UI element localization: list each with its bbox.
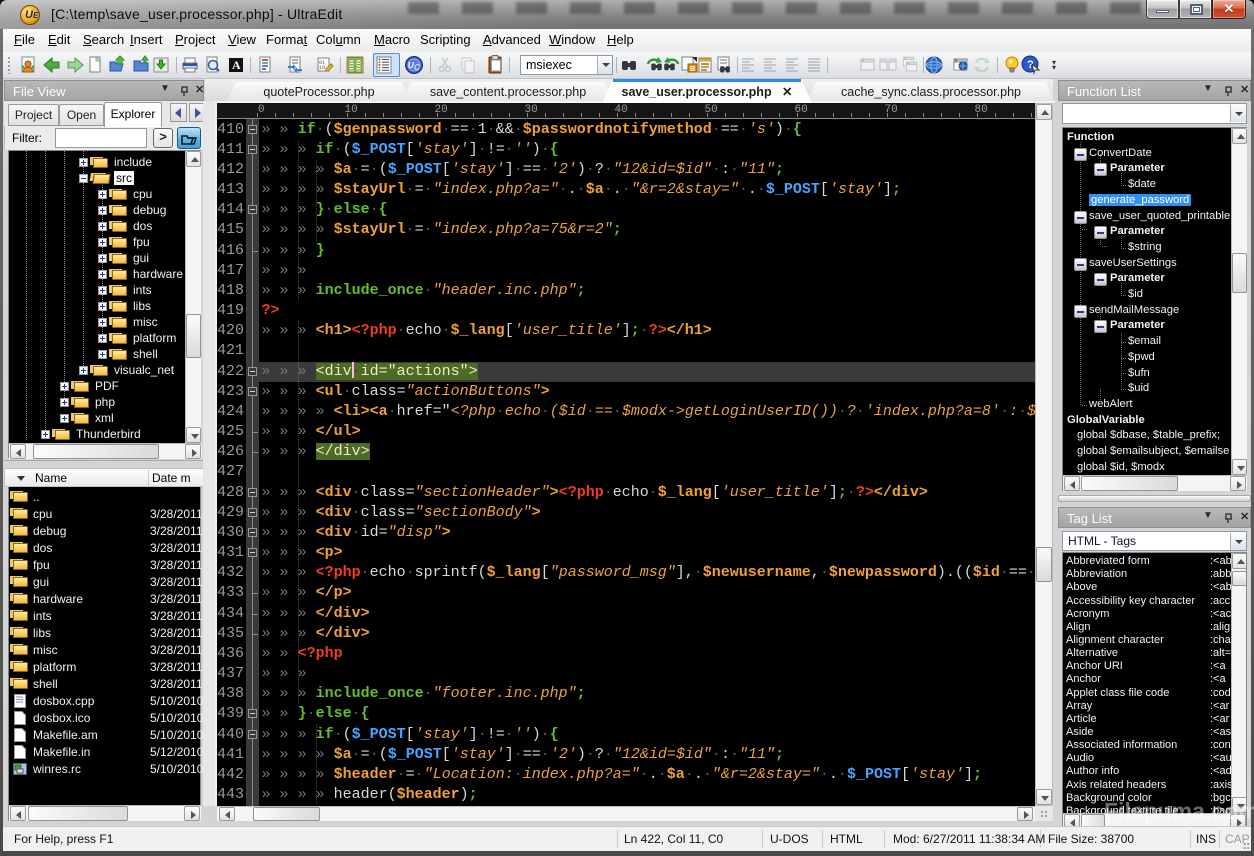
svg-text:A: A xyxy=(232,58,241,72)
svg-text:C: C xyxy=(414,63,420,72)
svg-text:10: 10 xyxy=(319,65,325,71)
